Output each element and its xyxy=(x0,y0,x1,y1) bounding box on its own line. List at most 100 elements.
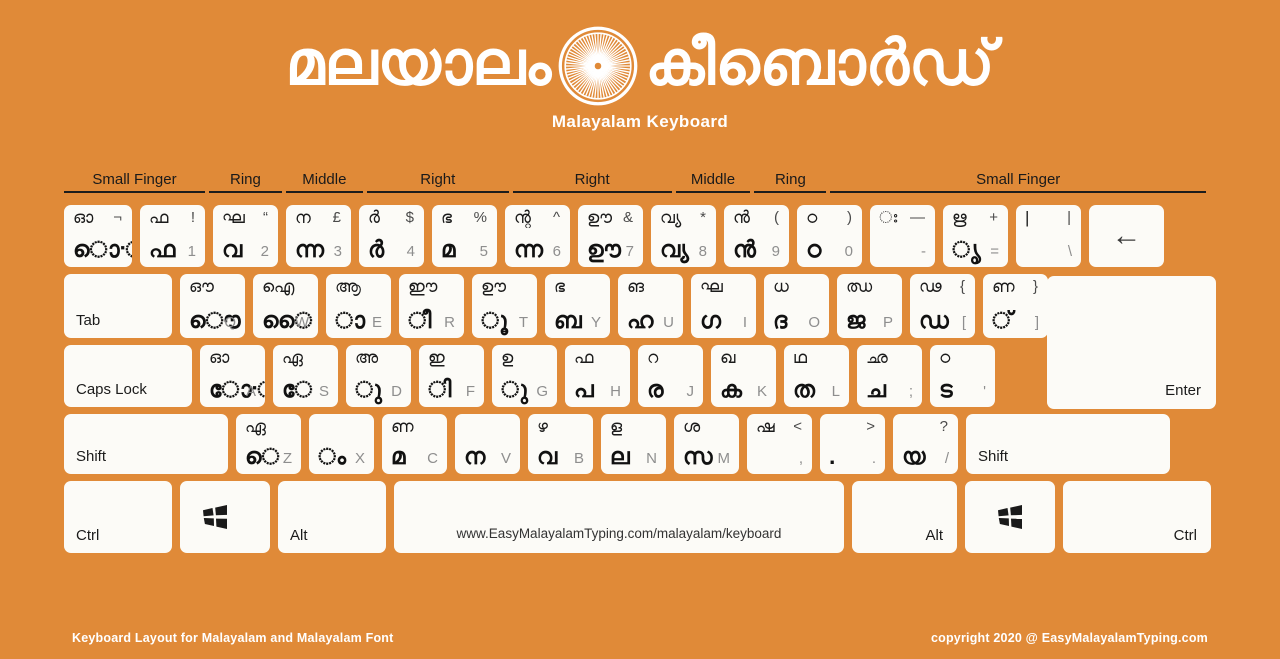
key-5[interactable]: ഭ% മ 5 xyxy=(432,205,497,267)
key-m[interactable]: ശസM xyxy=(674,414,739,474)
key-c-shift-glyph: ണ xyxy=(391,417,414,436)
key-b[interactable]: ഴവB xyxy=(528,414,593,474)
key-2-base-glyph: വ xyxy=(222,235,243,262)
key-shift-right[interactable]: Shift xyxy=(966,414,1170,474)
key-7[interactable]: ഊ & ഊ 7 xyxy=(578,205,643,267)
key-b-base-glyph: വ xyxy=(537,442,558,469)
key-comma[interactable]: ഷ <, xyxy=(747,414,812,474)
title-malayalam-left: മലയാലം xyxy=(285,29,552,98)
key-capslock[interactable]: Caps Lock xyxy=(64,345,192,407)
key-equal[interactable]: ഋ +ൃ = xyxy=(943,205,1008,267)
key-backspace[interactable]: ← xyxy=(1089,205,1164,267)
key-o-base-glyph: ദ xyxy=(773,306,788,333)
key-tab[interactable]: Tab xyxy=(64,274,172,338)
key-3[interactable]: ന £ ന്ന 3 xyxy=(286,205,351,267)
key-x[interactable]: ം X xyxy=(309,414,374,474)
key-tab-label: Tab xyxy=(76,312,101,329)
keyboard-row-numbers: ഓ¬ൊ·ൗ`ഫ!ഫ1ഘ“വ2ന£ന്ന3ർ$ർ4ഭ%മ5ന്റ^ന്ന6ഊ&ഊ7… xyxy=(64,205,1216,267)
key-o[interactable]: ധദ O xyxy=(764,274,829,338)
key-bracketleft-latin-legend: [ xyxy=(961,314,966,331)
key-n[interactable]: ളലN xyxy=(601,414,666,474)
key-equal-base-glyph: ൃ xyxy=(952,235,981,262)
key-c-base-glyph: മ xyxy=(391,442,406,469)
key-i[interactable]: ഘഗ I xyxy=(691,274,756,338)
key-o-latin-legend: O xyxy=(808,314,820,331)
key-8-latin-legend: 8 xyxy=(698,243,707,260)
key-a-latin-legend: A xyxy=(245,383,256,400)
key-4-latin-legend: 4 xyxy=(406,243,415,260)
page-subtitle: Malayalam Keyboard xyxy=(551,112,729,131)
key-e[interactable]: ആാ E xyxy=(326,274,391,338)
key-t[interactable]: ഊൂ T xyxy=(472,274,537,338)
key-j[interactable]: റര J xyxy=(638,345,703,407)
key-l-base-glyph: ത xyxy=(793,375,815,402)
key-alt-right[interactable]: Alt xyxy=(852,481,957,553)
key-bracketright[interactable]: ണ}്] xyxy=(983,274,1048,338)
key-b-shift-glyph: ഴ xyxy=(537,417,548,436)
key-6[interactable]: ന്റ ^ ന്ന 6 xyxy=(505,205,570,267)
key-minus-shift-glyph: ഃ xyxy=(879,208,898,227)
key-2-shift-glyph: ഘ xyxy=(222,208,245,227)
key-minus[interactable]: ഃ — - xyxy=(870,205,935,267)
key-a[interactable]: ഓോ·ൗA xyxy=(200,345,265,407)
key-v[interactable]: നV xyxy=(455,414,520,474)
key-alt-left[interactable]: Alt xyxy=(278,481,386,553)
key-space[interactable]: www.EasyMalayalamTyping.com/malayalam/ke… xyxy=(394,481,844,553)
key-q[interactable]: ഔൌ Q xyxy=(180,274,245,338)
key-ctrl-left[interactable]: Ctrl xyxy=(64,481,172,553)
key-0[interactable]: ഠ) ഠ 0 xyxy=(797,205,862,267)
key-k-shift-glyph: ഖ xyxy=(720,348,736,367)
key-semicolon[interactable]: ഛ ച; xyxy=(857,345,922,407)
key-8-symbol-glyph: * xyxy=(700,209,706,226)
key-c-latin-legend: C xyxy=(427,450,438,467)
key-backslash[interactable]: | | \ xyxy=(1016,205,1081,267)
key-shift-left[interactable]: Shift xyxy=(64,414,228,474)
key-quote[interactable]: ഠ ട ' xyxy=(930,345,995,407)
key-u[interactable]: ങഹU xyxy=(618,274,683,338)
key-9[interactable]: ൻ(ൻ 9 xyxy=(724,205,789,267)
key-semicolon-latin-legend: ; xyxy=(908,383,913,400)
key-c[interactable]: ണമ C xyxy=(382,414,447,474)
key-s[interactable]: ഏേ S xyxy=(273,345,338,407)
key-l[interactable]: ഥതL xyxy=(784,345,849,407)
key-ctrl-right[interactable]: Ctrl xyxy=(1063,481,1211,553)
key-2[interactable]: ഘ “ വ 2 xyxy=(213,205,278,267)
key-g[interactable]: ഉു G xyxy=(492,345,557,407)
key-p[interactable]: ഝജP xyxy=(837,274,902,338)
key-d[interactable]: അു D xyxy=(346,345,411,407)
key-y[interactable]: ഭബY xyxy=(545,274,610,338)
key-5-symbol-glyph: % xyxy=(473,209,487,226)
key-r-base-glyph: ീ xyxy=(408,306,432,333)
key-p-base-glyph: ജ xyxy=(846,306,866,333)
key-h[interactable]: ഫപH xyxy=(565,345,630,407)
key-period[interactable]: >.. xyxy=(820,414,885,474)
key-1[interactable]: ഫ! ഫ 1 xyxy=(140,205,205,267)
key-backquote[interactable]: ഓ ¬ൊ·ൗ` xyxy=(64,205,132,267)
key-p-shift-glyph: ഝ xyxy=(846,277,873,296)
key-f[interactable]: ഇി F xyxy=(419,345,484,407)
key-w[interactable]: ഐൈ W xyxy=(253,274,318,338)
key-bracketleft[interactable]: ഢ {ഡ [ xyxy=(910,274,975,338)
key-g-shift-glyph: ഉ xyxy=(501,348,514,367)
key-z[interactable]: ഏെ Z xyxy=(236,414,301,474)
key-8[interactable]: വ്യ * വ്യ 8 xyxy=(651,205,716,267)
key-slash[interactable]: ? യ / xyxy=(893,414,958,474)
finger-guide-segment: Small Finger xyxy=(64,171,205,193)
keyboard-row-home: Caps Lockഓോ·ൗAഏേSഅുDഇിFഉുGഫപHറരJഖകKഥതLഛച… xyxy=(64,345,1216,407)
key-e-latin-legend: E xyxy=(371,314,382,331)
key-a-shift-glyph: ഓ xyxy=(209,348,230,367)
key-t-shift-glyph: ഊ xyxy=(481,277,507,296)
key-k[interactable]: ഖകK xyxy=(711,345,776,407)
key-e-base-glyph: ാ xyxy=(335,306,366,333)
key-enter[interactable]: Enter xyxy=(1047,276,1216,409)
finger-guide-segment: Middle xyxy=(285,171,363,193)
key-win-left[interactable] xyxy=(180,481,270,553)
key-x-base-glyph: ം xyxy=(318,442,347,469)
key-minus-symbol-glyph: — xyxy=(910,209,925,226)
key-4[interactable]: ർ $ ർ 4 xyxy=(359,205,424,267)
key-5-base-glyph: മ xyxy=(441,235,456,262)
key-win-right[interactable] xyxy=(965,481,1055,553)
key-l-shift-glyph: ഥ xyxy=(793,348,807,367)
key-r[interactable]: ഈീ R xyxy=(399,274,464,338)
key-t-base-glyph: ൂ xyxy=(481,306,508,333)
